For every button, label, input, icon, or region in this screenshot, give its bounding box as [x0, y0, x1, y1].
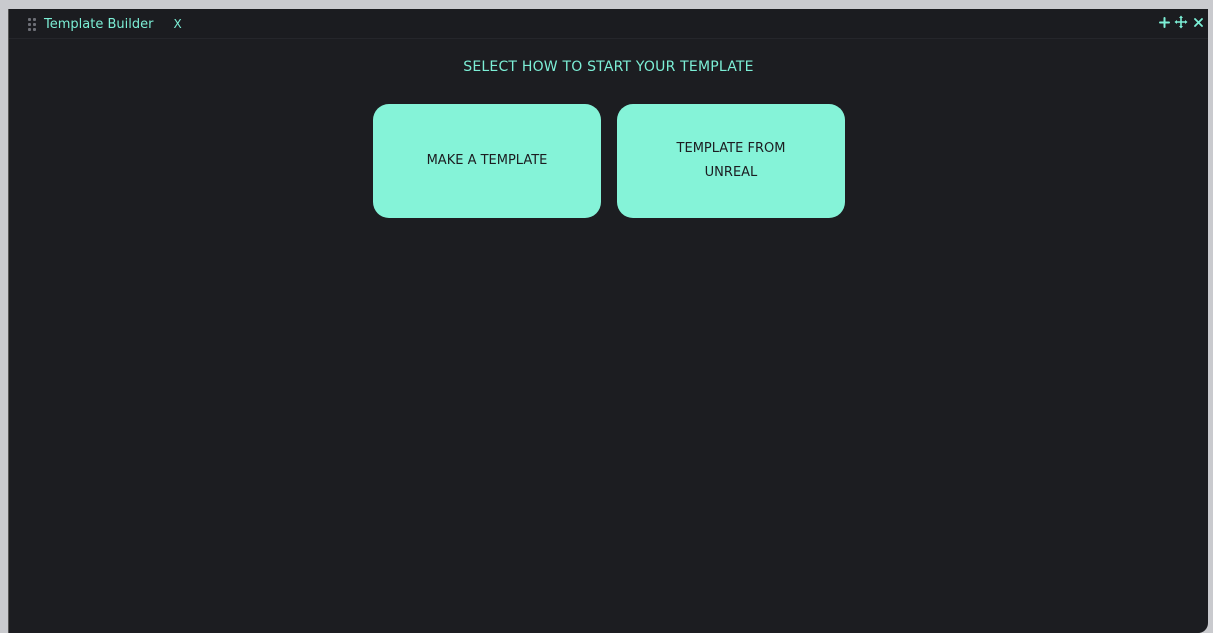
tab-template-builder[interactable]: Template Builder X	[28, 14, 182, 34]
close-icon[interactable]	[1191, 15, 1205, 29]
window-controls	[1157, 15, 1205, 29]
drag-handle-icon[interactable]	[28, 17, 36, 31]
move-icon[interactable]	[1174, 15, 1188, 29]
make-template-button[interactable]: MAKE A TEMPLATE	[373, 104, 601, 218]
tab-close-button[interactable]: X	[173, 17, 181, 31]
template-from-unreal-button[interactable]: TEMPLATE FROM UNREAL	[617, 104, 845, 218]
panel-tab-bar: Template Builder X	[9, 9, 1208, 39]
start-template-prompt: SELECT HOW TO START YOUR TEMPLATE	[463, 59, 754, 75]
plus-icon[interactable]	[1157, 15, 1171, 29]
template-builder-panel: Template Builder X SELECT HOW TO START Y…	[9, 9, 1208, 633]
tab-title: Template Builder	[44, 16, 154, 32]
